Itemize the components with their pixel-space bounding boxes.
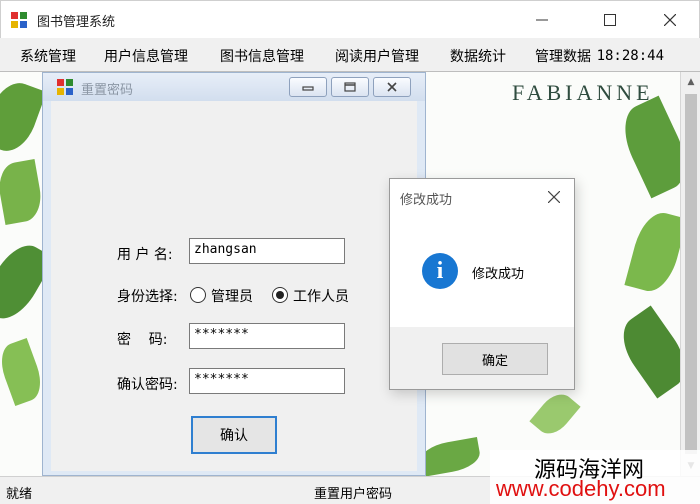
menu-system[interactable]: 系统管理 xyxy=(20,46,76,66)
child-close-button[interactable] xyxy=(373,77,411,97)
confirm-button[interactable]: 确认 xyxy=(191,416,277,454)
restore-icon xyxy=(344,82,356,92)
leaf-decoration xyxy=(529,387,581,441)
password-input[interactable]: ******* xyxy=(189,323,345,349)
child-title: 重置密码 xyxy=(81,83,134,98)
maximize-button[interactable] xyxy=(587,1,633,39)
brand-logo: FABIANNE xyxy=(512,80,654,105)
identity-label: 身份选择: xyxy=(117,289,178,305)
menu-user-info[interactable]: 用户信息管理 xyxy=(104,46,188,66)
watermark-url: www.codehy.com xyxy=(496,476,666,501)
leaf-decoration xyxy=(0,158,45,226)
scroll-thumb[interactable] xyxy=(685,94,697,454)
leaf-decoration xyxy=(417,437,483,476)
menu-reader-users[interactable]: 阅读用户管理 xyxy=(335,46,419,66)
scroll-up-icon[interactable]: ▲ xyxy=(681,72,700,92)
close-icon xyxy=(664,14,676,26)
child-titlebar: 重置密码 xyxy=(43,73,425,101)
menu-bar: 系统管理 用户信息管理 图书信息管理 阅读用户管理 数据统计 管理数据 18:2… xyxy=(0,38,700,72)
app-title: 图书管理系统 xyxy=(37,15,116,30)
clock: 18:28:44 xyxy=(596,48,664,64)
menu-manage-data[interactable]: 管理数据 xyxy=(535,46,591,66)
radio-staff-label[interactable]: 工作人员 xyxy=(293,286,349,306)
vertical-scrollbar[interactable]: ▲ ▼ xyxy=(680,72,700,476)
ok-button[interactable]: 确定 xyxy=(442,343,548,375)
minimize-icon xyxy=(536,19,548,21)
main-titlebar: 图书管理系统 xyxy=(0,0,700,38)
leaf-decoration xyxy=(624,207,688,297)
menu-statistics[interactable]: 数据统计 xyxy=(450,46,506,66)
leaf-decoration xyxy=(0,337,48,407)
close-icon xyxy=(387,82,397,92)
status-current-action: 重置用户密码 xyxy=(314,487,393,502)
maximize-icon xyxy=(604,14,616,26)
password-label: 密 码: xyxy=(117,332,168,348)
close-button[interactable] xyxy=(647,1,693,39)
radio-staff[interactable] xyxy=(272,287,288,303)
username-label: 用 户 名: xyxy=(117,247,173,263)
dialog-title: 修改成功 xyxy=(400,193,453,208)
status-ready: 就绪 xyxy=(6,487,33,502)
app-icon xyxy=(11,12,27,28)
dialog-footer: 确定 xyxy=(390,327,574,389)
minimize-button[interactable] xyxy=(519,1,565,39)
username-input[interactable]: zhangsan xyxy=(189,238,345,264)
menu-book-info[interactable]: 图书信息管理 xyxy=(220,46,304,66)
watermark: 源码海洋网 www.codehy.com xyxy=(490,450,700,504)
child-minimize-button[interactable] xyxy=(289,77,327,97)
success-dialog: 修改成功 i 修改成功 确定 xyxy=(389,178,575,390)
confirm-password-input[interactable]: ******* xyxy=(189,368,345,394)
radio-admin-label[interactable]: 管理员 xyxy=(211,286,253,306)
confirm-password-label: 确认密码: xyxy=(117,377,178,393)
minimize-icon xyxy=(302,86,314,91)
reset-password-window: 重置密码 用 户 名: zhangsan 身份选择: 管理员 工作人员 密 码:… xyxy=(42,72,426,476)
close-icon xyxy=(548,191,560,203)
reset-password-form: 用 户 名: zhangsan 身份选择: 管理员 工作人员 密 码: ****… xyxy=(51,101,417,471)
dialog-close-button[interactable] xyxy=(544,187,564,207)
radio-admin[interactable] xyxy=(190,287,206,303)
info-icon: i xyxy=(422,253,458,289)
leaf-decoration xyxy=(0,76,47,158)
app-icon xyxy=(57,79,73,95)
dialog-message: 修改成功 xyxy=(472,267,525,282)
child-restore-button[interactable] xyxy=(331,77,369,97)
